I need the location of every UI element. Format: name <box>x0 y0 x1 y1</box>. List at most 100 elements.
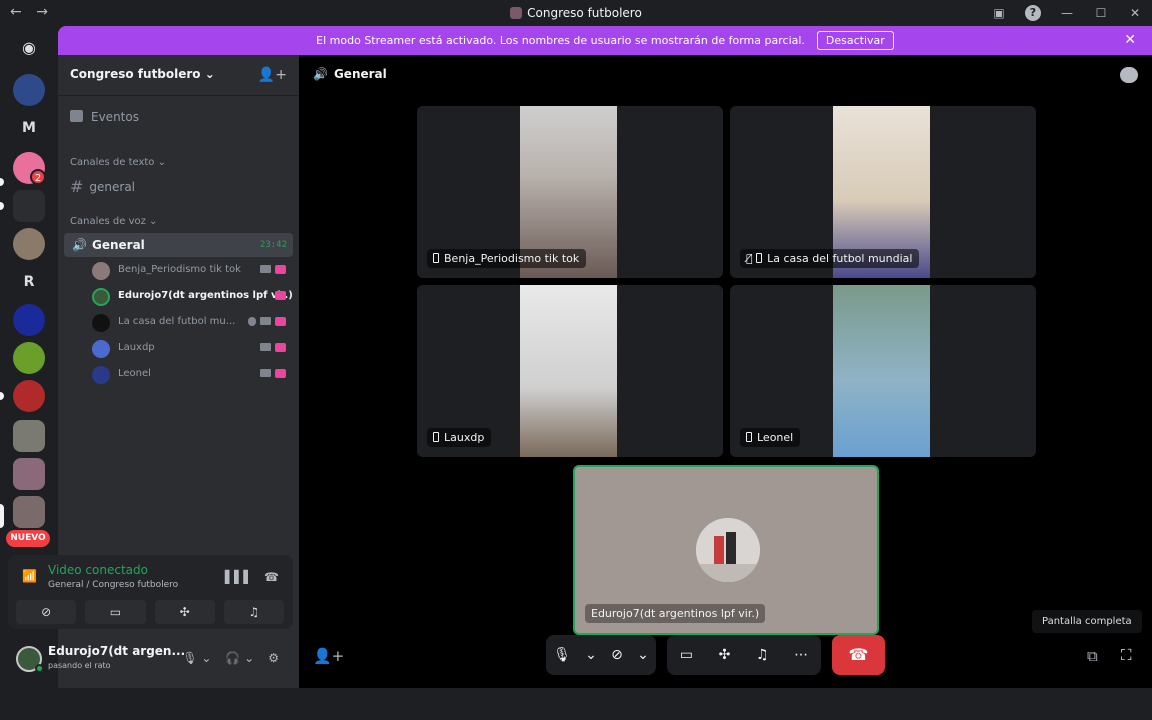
server-icon-9[interactable] <box>13 380 45 412</box>
mention-badge: 2 <box>30 169 46 185</box>
close-window-button[interactable]: ✕ <box>1118 6 1152 20</box>
server-icon-5[interactable] <box>13 228 45 260</box>
server-icon-1[interactable] <box>13 74 45 106</box>
banner-text: El modo Streamer está activado. Los nomb… <box>316 34 805 47</box>
fullscreen-icon[interactable]: ⛶ <box>1121 646 1132 664</box>
speaker-icon: 🔊 <box>72 238 87 252</box>
channel-header: 🔊 General <box>313 67 387 81</box>
close-banner-icon[interactable]: ✕ <box>1124 32 1136 48</box>
server-icon-11[interactable] <box>13 458 45 490</box>
camera-off-icon[interactable]: ⊘ <box>611 647 623 663</box>
participant-name: Benja_Periodismo tik tok <box>444 252 580 265</box>
voice-channel-general[interactable]: 🔊 General 23:42 <box>64 233 293 257</box>
server-name[interactable]: Congreso futbolero ⌄ <box>70 67 215 81</box>
server-icon-8[interactable] <box>13 342 45 374</box>
mic-camera-controls: 🎙 ⌄ ⊘ ⌄ <box>546 635 656 675</box>
avatar <box>92 262 110 280</box>
server-icon-r[interactable]: R <box>13 266 45 298</box>
server-icon-4[interactable] <box>13 190 45 222</box>
video-tile[interactable]: 🎙̸ La casa del futbol mundial <box>730 106 1036 278</box>
participant-name: Leonel <box>757 431 794 444</box>
chevron-down-icon[interactable]: ⌄ <box>585 647 597 663</box>
camera-icon <box>260 343 271 351</box>
signal-icon[interactable]: 📶 <box>22 569 37 583</box>
video-feed <box>833 285 930 457</box>
server-icon <box>510 7 523 19</box>
voice-user-name: Leonel <box>118 368 151 379</box>
activities-button[interactable]: ✣ <box>154 600 215 624</box>
voice-user[interactable]: Leonel <box>92 365 292 385</box>
server-icon-10[interactable] <box>13 420 45 452</box>
channel-title: General <box>333 67 387 81</box>
streaming-icon <box>275 369 286 378</box>
voice-channel-name: General <box>92 238 145 252</box>
video-tile[interactable]: Benja_Periodismo tik tok <box>417 106 723 278</box>
voice-user-name: Lauxdp <box>118 342 155 353</box>
self-video-tile[interactable]: Edurojo7(dt argentinos lpf vir.) <box>573 465 879 635</box>
soundboard-button[interactable]: ♫ <box>223 600 284 624</box>
chevron-down-icon[interactable]: ⌄ <box>637 647 649 663</box>
activities-icon[interactable]: ✣ <box>719 647 731 663</box>
screen-share-button[interactable]: ▭ <box>85 600 146 624</box>
server-icon-current[interactable] <box>13 496 45 528</box>
minimize-button[interactable]: — <box>1050 6 1084 20</box>
disable-streamer-button[interactable]: Desactivar <box>816 31 894 50</box>
headphones-icon[interactable]: 🎧 ⌄ <box>225 651 254 665</box>
user-status: pasando el rato <box>48 661 111 670</box>
unread-pill <box>0 178 4 186</box>
self-name-label: Edurojo7(dt argentinos lpf vir.) <box>585 604 766 623</box>
call-timer: 23:42 <box>259 240 287 250</box>
screen-share-icon[interactable]: ▭ <box>680 647 693 663</box>
disconnect-icon[interactable]: ☎ <box>264 570 279 584</box>
voice-stage: 🔊 General Benja_Periodismo tik tok 🎙̸ La … <box>299 55 1152 688</box>
calendar-icon <box>70 110 83 122</box>
video-tile[interactable]: Leonel <box>730 285 1036 457</box>
unread-pill <box>0 392 4 400</box>
camera-off-button[interactable]: ⊘ <box>16 600 77 624</box>
invite-icon[interactable]: 👤+ <box>258 67 287 83</box>
username[interactable]: Edurojo7(dt argen... <box>48 644 185 658</box>
channel-general-text[interactable]: # general <box>70 177 135 196</box>
microphone-icon[interactable]: 🎙 ⌄ <box>182 651 211 665</box>
invite-to-voice-icon[interactable]: 👤+ <box>313 647 344 665</box>
voice-user[interactable]: La casa del futbol mu... <box>92 313 292 333</box>
avatar <box>92 366 110 384</box>
more-options-icon[interactable]: ⋯ <box>794 647 808 663</box>
help-icon[interactable]: ? <box>1025 5 1041 21</box>
speaker-icon: 🔊 <box>313 67 328 81</box>
user-panel: Edurojo7(dt argen... pasando el rato 🎙 ⌄… <box>8 636 293 680</box>
avatar <box>92 314 110 332</box>
voice-user[interactable]: Lauxdp <box>92 339 292 359</box>
soundboard-icon[interactable]: ♫ <box>756 647 769 663</box>
camera-icon <box>260 317 271 325</box>
camera-icon <box>260 265 271 273</box>
channel-label: general <box>89 180 136 194</box>
voice-category[interactable]: Canales de voz ⌄ <box>70 216 157 227</box>
server-icon-m[interactable]: M <box>13 112 45 144</box>
server-icon-lpf[interactable] <box>13 304 45 336</box>
text-category[interactable]: Canales de texto ⌄ <box>70 157 166 168</box>
voice-user[interactable]: Edurojo7(dt argentinos lpf vir.) <box>92 287 293 307</box>
hash-icon: # <box>70 177 84 196</box>
user-controls: 🎙 ⌄ 🎧 ⌄ ⚙ <box>182 651 279 665</box>
microphone-icon[interactable]: 🎙 <box>553 647 571 663</box>
voice-user-name: Benja_Periodismo tik tok <box>118 264 241 275</box>
maximize-button[interactable]: ☐ <box>1084 6 1118 20</box>
video-tile[interactable]: Lauxdp <box>417 285 723 457</box>
voice-panel-buttons: ⊘ ▭ ✣ ♫ <box>16 600 284 624</box>
settings-gear-icon[interactable]: ⚙ <box>268 651 279 665</box>
disconnect-call-button[interactable]: ☎ <box>832 635 885 675</box>
connection-channel[interactable]: General / Congreso futbolero <box>48 580 178 590</box>
inbox-icon[interactable]: ▣ <box>982 6 1016 20</box>
voice-user-name: La casa del futbol mu... <box>118 316 236 327</box>
noise-suppression-icon[interactable]: ▌▌▌ <box>225 570 253 584</box>
events-item[interactable]: Eventos <box>70 110 139 124</box>
selected-pill <box>0 504 4 528</box>
discord-home-icon[interactable]: ◉ <box>13 32 45 64</box>
voice-user[interactable]: Benja_Periodismo tik tok <box>92 261 292 281</box>
participant-label: Lauxdp <box>427 428 492 447</box>
chat-bubble-icon[interactable] <box>1120 67 1138 83</box>
activity-controls: ▭ ✣ ♫ ⋯ <box>667 635 821 675</box>
connection-status[interactable]: Video conectado <box>48 563 148 577</box>
popout-icon[interactable]: ⧉ <box>1087 647 1098 665</box>
